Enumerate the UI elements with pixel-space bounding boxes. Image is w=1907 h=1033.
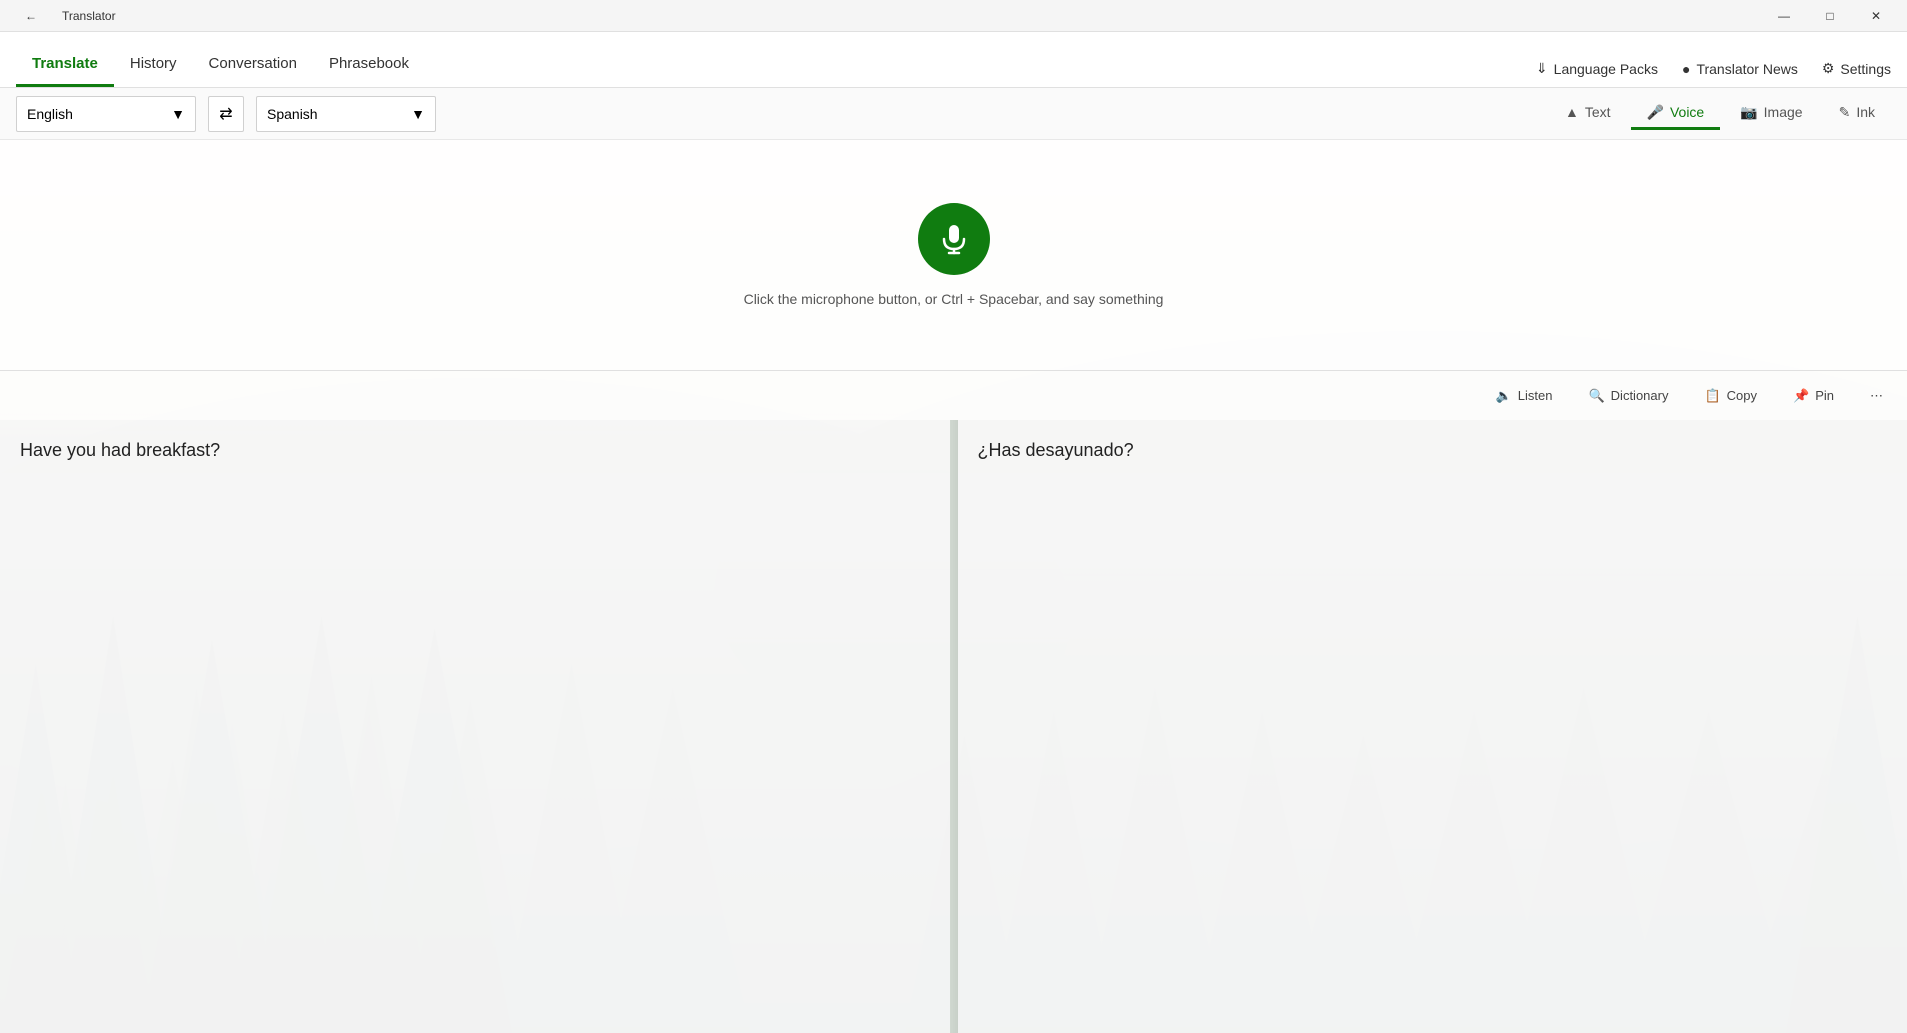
voice-mode-label: Voice — [1670, 104, 1704, 120]
image-mode-label: Image — [1764, 104, 1803, 120]
copy-icon: 📋 — [1704, 388, 1720, 404]
dictionary-icon: 🔍 — [1588, 388, 1604, 404]
image-mode-icon: 📷 — [1740, 104, 1757, 121]
source-language-value: English — [27, 106, 73, 122]
main-content: Click the microphone button, or Ctrl + S… — [0, 140, 1907, 1033]
pin-icon: 📌 — [1793, 388, 1809, 404]
mode-tab-image[interactable]: 📷 Image — [1724, 98, 1818, 130]
listen-label: Listen — [1518, 388, 1553, 403]
download-icon: ⇓ — [1536, 60, 1548, 77]
settings-label: Settings — [1840, 61, 1891, 77]
app-title: Translator — [62, 9, 116, 23]
nav-tabs: Translate History Conversation Phraseboo… — [16, 47, 425, 87]
source-language-select[interactable]: English ▼ — [16, 96, 196, 132]
pin-label: Pin — [1815, 388, 1834, 403]
translator-news-label: Translator News — [1696, 61, 1797, 77]
gear-icon: ⚙ — [1822, 60, 1835, 77]
translator-news-button[interactable]: ● Translator News — [1682, 61, 1798, 77]
globe-icon: ● — [1682, 61, 1690, 77]
window-controls: — □ ✕ — [1761, 0, 1899, 32]
source-lang-chevron-icon: ▼ — [171, 106, 185, 122]
lang-bar: English ▼ ⇄ Spanish ▼ ▲ Text 🎤 Voice 📷 I… — [0, 88, 1907, 140]
panel-divider — [950, 420, 958, 1033]
microphone-button[interactable] — [918, 203, 990, 275]
back-button[interactable]: ← — [8, 0, 54, 32]
speaker-icon: 🔈 — [1496, 388, 1512, 404]
settings-button[interactable]: ⚙ Settings — [1822, 60, 1891, 77]
title-bar: ← Translator — □ ✕ — [0, 0, 1907, 32]
tab-translate[interactable]: Translate — [16, 47, 114, 87]
target-text-panel: ¿Has desayunado? — [958, 420, 1907, 1033]
more-button[interactable]: ⋯ — [1862, 384, 1891, 408]
listen-button[interactable]: 🔈 Listen — [1488, 384, 1561, 408]
mic-hint-text: Click the microphone button, or Ctrl + S… — [744, 291, 1164, 307]
source-text: Have you had breakfast? — [20, 440, 220, 460]
dictionary-button[interactable]: 🔍 Dictionary — [1580, 384, 1676, 408]
recording-panel: Click the microphone button, or Ctrl + S… — [0, 140, 1907, 370]
target-text: ¿Has desayunado? — [978, 440, 1134, 460]
mode-tabs: ▲ Text 🎤 Voice 📷 Image ✎ Ink — [1549, 98, 1891, 130]
tab-history[interactable]: History — [114, 47, 193, 87]
copy-label: Copy — [1727, 388, 1757, 403]
more-icon: ⋯ — [1870, 388, 1883, 404]
restore-button[interactable]: □ — [1807, 0, 1853, 32]
microphone-icon — [938, 223, 970, 255]
ink-mode-icon: ✎ — [1839, 104, 1851, 121]
dictionary-label: Dictionary — [1611, 388, 1669, 403]
mode-tab-text[interactable]: ▲ Text — [1549, 98, 1627, 129]
target-language-select[interactable]: Spanish ▼ — [256, 96, 436, 132]
minimize-button[interactable]: — — [1761, 0, 1807, 32]
nav-right: ⇓ Language Packs ● Translator News ⚙ Set… — [1536, 60, 1891, 87]
panels-container: Have you had breakfast? ¿Has desayunado? — [0, 420, 1907, 1033]
source-text-panel[interactable]: Have you had breakfast? — [0, 420, 950, 1033]
swap-icon: ⇄ — [219, 104, 232, 124]
ink-mode-label: Ink — [1856, 104, 1875, 120]
pin-button[interactable]: 📌 Pin — [1785, 384, 1842, 408]
tab-phrasebook[interactable]: Phrasebook — [313, 47, 425, 87]
language-packs-label: Language Packs — [1554, 61, 1658, 77]
lang-selectors: English ▼ ⇄ Spanish ▼ — [16, 96, 436, 132]
title-bar-left: ← Translator — [8, 0, 116, 32]
action-bar: 🔈 Listen 🔍 Dictionary 📋 Copy 📌 Pin ⋯ — [0, 370, 1907, 420]
nav-bar: Translate History Conversation Phraseboo… — [0, 32, 1907, 88]
mode-tab-ink[interactable]: ✎ Ink — [1823, 98, 1891, 130]
close-button[interactable]: ✕ — [1853, 0, 1899, 32]
voice-mode-icon: 🎤 — [1647, 104, 1664, 121]
mode-tab-voice[interactable]: 🎤 Voice — [1631, 98, 1721, 130]
target-language-value: Spanish — [267, 106, 318, 122]
text-mode-icon: ▲ — [1565, 104, 1579, 120]
language-packs-button[interactable]: ⇓ Language Packs — [1536, 60, 1658, 77]
copy-button[interactable]: 📋 Copy — [1696, 384, 1765, 408]
swap-languages-button[interactable]: ⇄ — [208, 96, 244, 132]
tab-conversation[interactable]: Conversation — [193, 47, 313, 87]
target-lang-chevron-icon: ▼ — [411, 106, 425, 122]
text-mode-label: Text — [1585, 104, 1611, 120]
